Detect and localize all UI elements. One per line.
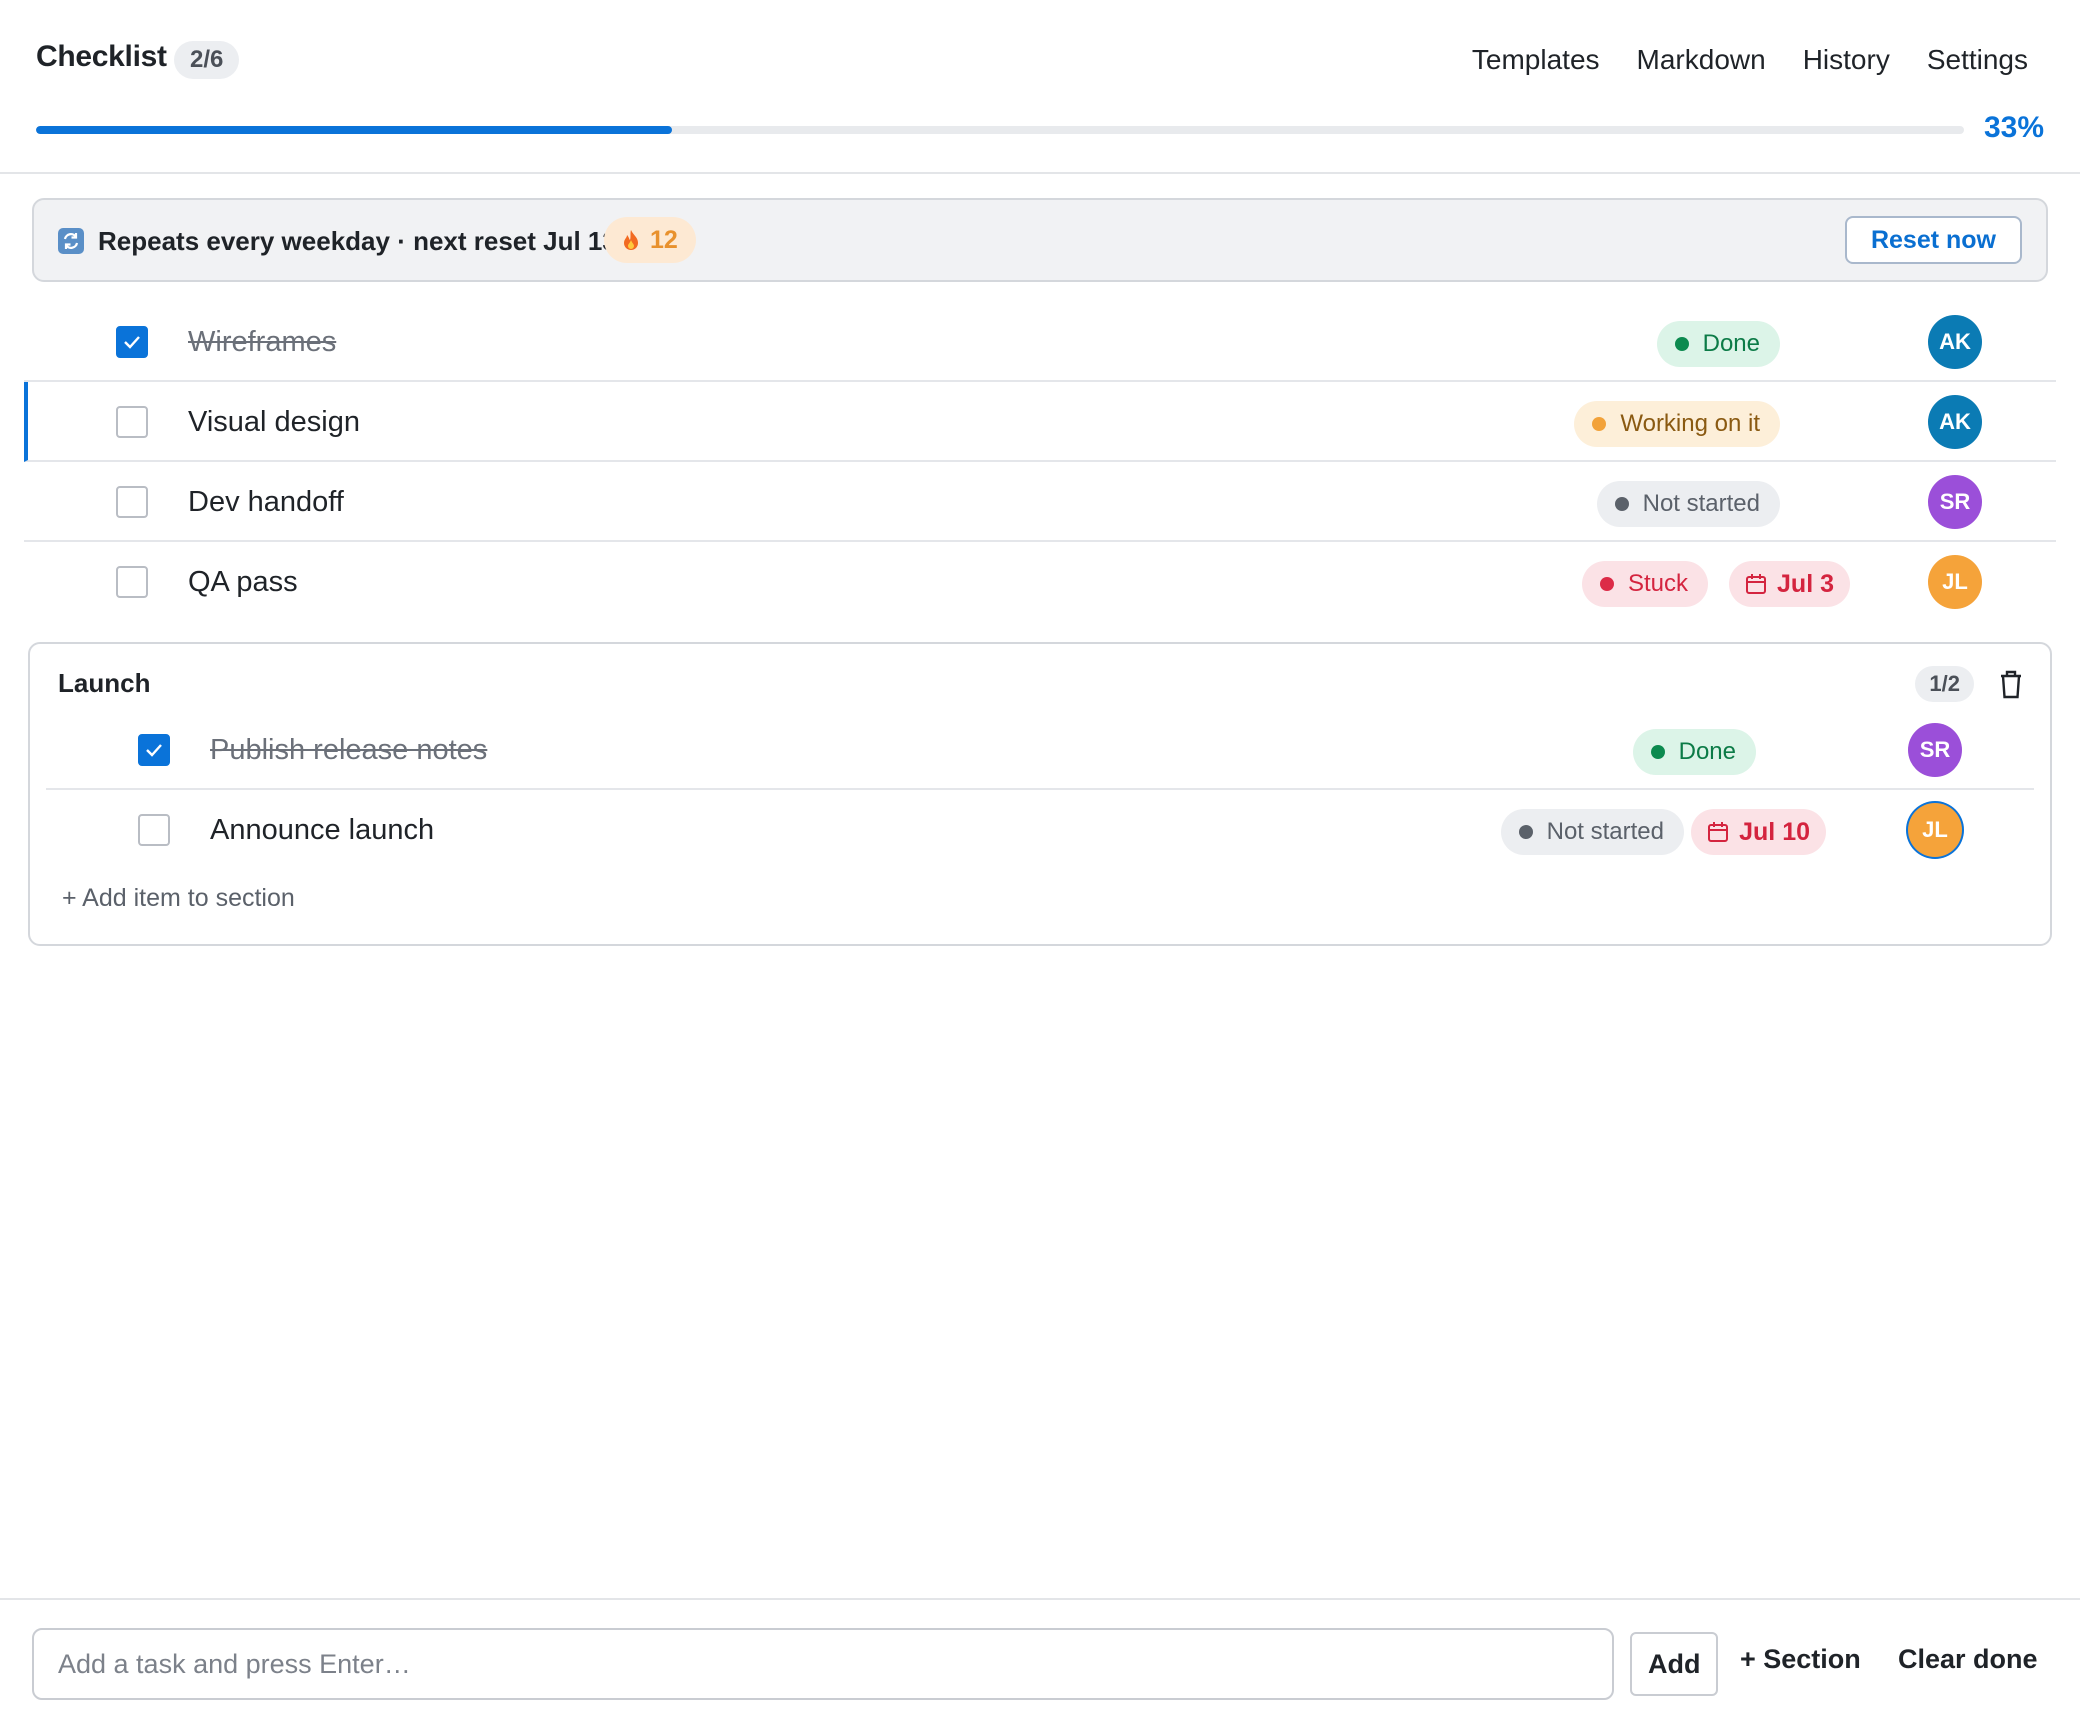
status-pill[interactable]: Done — [1632, 729, 1756, 775]
calendar-icon — [1708, 822, 1729, 842]
task-label[interactable]: Publish release notes — [210, 732, 487, 768]
checkmark-icon — [146, 744, 162, 757]
task-label[interactable]: Wireframes — [188, 324, 336, 360]
assignee-avatar[interactable]: AK — [1928, 315, 1982, 369]
status-pill[interactable]: Stuck — [1581, 561, 1708, 607]
due-date-label: Jul 3 — [1777, 570, 1834, 598]
status-dot — [1518, 825, 1533, 839]
task-checkbox[interactable] — [138, 814, 170, 846]
checkmark-icon — [124, 336, 140, 349]
section-title[interactable]: Launch — [58, 668, 150, 699]
page-title: Checklist — [36, 40, 167, 73]
task-label[interactable]: Visual design — [188, 404, 360, 440]
task-checkbox[interactable] — [116, 326, 148, 358]
assignee-avatar[interactable]: JL — [1908, 803, 1962, 857]
task-row[interactable]: QA pass Stuck Jul 3 JL — [24, 542, 2056, 622]
assignee-avatar[interactable]: JL — [1928, 555, 1982, 609]
section-launch: Launch 1/2 Publish release notes Done SR… — [28, 642, 2052, 946]
status-label: Done — [1678, 738, 1736, 765]
status-dot — [1592, 417, 1607, 431]
calendar-icon — [1746, 574, 1767, 594]
status-label: Not started — [1642, 490, 1760, 517]
task-row[interactable]: Dev handoff Not started SR — [24, 462, 2056, 542]
status-dot — [1614, 497, 1629, 511]
clear-done-button[interactable]: Clear done — [1898, 1644, 2038, 1675]
nav-templates[interactable]: Templates — [1472, 42, 1600, 78]
due-date-pill[interactable]: Jul 10 — [1691, 809, 1826, 855]
progress-bar-fill — [36, 126, 673, 134]
status-dot — [1650, 745, 1665, 759]
status-pill[interactable]: Not started — [1500, 809, 1684, 855]
status-pill[interactable]: Not started — [1596, 481, 1780, 527]
status-label: Done — [1702, 330, 1760, 357]
progress-percent: 33% — [1983, 111, 2044, 144]
footer: Add + Section Clear done — [0, 1598, 2080, 1720]
assignee-avatar[interactable]: AK — [1928, 395, 1982, 449]
add-section-button[interactable]: + Section — [1740, 1644, 1861, 1675]
streak-badge: 12 — [604, 217, 696, 263]
trash-icon[interactable] — [1996, 668, 2026, 700]
status-pill[interactable]: Done — [1656, 321, 1780, 367]
add-button[interactable]: Add — [1630, 1632, 1719, 1696]
reset-now-button[interactable]: Reset now — [1844, 216, 2022, 264]
section-item-list: Publish release notes Done SR Announce l… — [46, 710, 2034, 870]
status-label: Not started — [1546, 818, 1664, 845]
task-checkbox[interactable] — [116, 566, 148, 598]
task-label[interactable]: Dev handoff — [188, 484, 344, 520]
task-row[interactable]: Publish release notes Done SR — [46, 710, 2034, 790]
streak-count: 12 — [650, 226, 678, 254]
assignee-avatar[interactable]: SR — [1928, 475, 1982, 529]
task-label[interactable]: QA pass — [188, 564, 298, 600]
completion-count-badge: 2/6 — [174, 41, 240, 79]
status-dot — [1674, 337, 1689, 351]
task-checkbox[interactable] — [116, 406, 148, 438]
status-pill[interactable]: Working on it — [1574, 401, 1780, 447]
status-label: Stuck — [1627, 570, 1688, 597]
add-item-to-section-link[interactable]: + Add item to section — [62, 884, 295, 913]
task-row[interactable]: Wireframes Done AK — [24, 302, 2056, 382]
repeat-icon — [58, 228, 84, 254]
task-row[interactable]: Visual design Working on it AK — [24, 382, 2056, 462]
task-label[interactable]: Announce launch — [210, 812, 434, 848]
section-count-badge: 1/2 — [1915, 666, 1974, 702]
task-list: Wireframes Done AK Visual design Working… — [24, 302, 2056, 622]
progress-bar — [36, 126, 1964, 134]
task-row[interactable]: Announce launch Not started Jul 10 JL — [46, 790, 2034, 870]
status-dot — [1599, 577, 1614, 591]
task-checkbox[interactable] — [138, 734, 170, 766]
recurrence-text: Repeats every weekday · next reset Jul 1… — [98, 226, 617, 256]
due-date-pill[interactable]: Jul 3 — [1729, 561, 1850, 607]
nav-history[interactable]: History — [1803, 42, 1890, 78]
header: Checklist 2/6 Templates Markdown History… — [0, 0, 2080, 174]
add-task-input[interactable] — [32, 1628, 1614, 1700]
top-nav: Templates Markdown History Settings — [1472, 42, 2028, 78]
nav-settings[interactable]: Settings — [1927, 42, 2028, 78]
assignee-avatar[interactable]: SR — [1908, 723, 1962, 777]
task-checkbox[interactable] — [116, 486, 148, 518]
recurrence-banner: Repeats every weekday · next reset Jul 1… — [32, 198, 2048, 282]
nav-markdown[interactable]: Markdown — [1637, 42, 1766, 78]
status-label: Working on it — [1620, 410, 1760, 437]
due-date-label: Jul 10 — [1739, 818, 1810, 846]
fire-icon — [624, 230, 638, 250]
